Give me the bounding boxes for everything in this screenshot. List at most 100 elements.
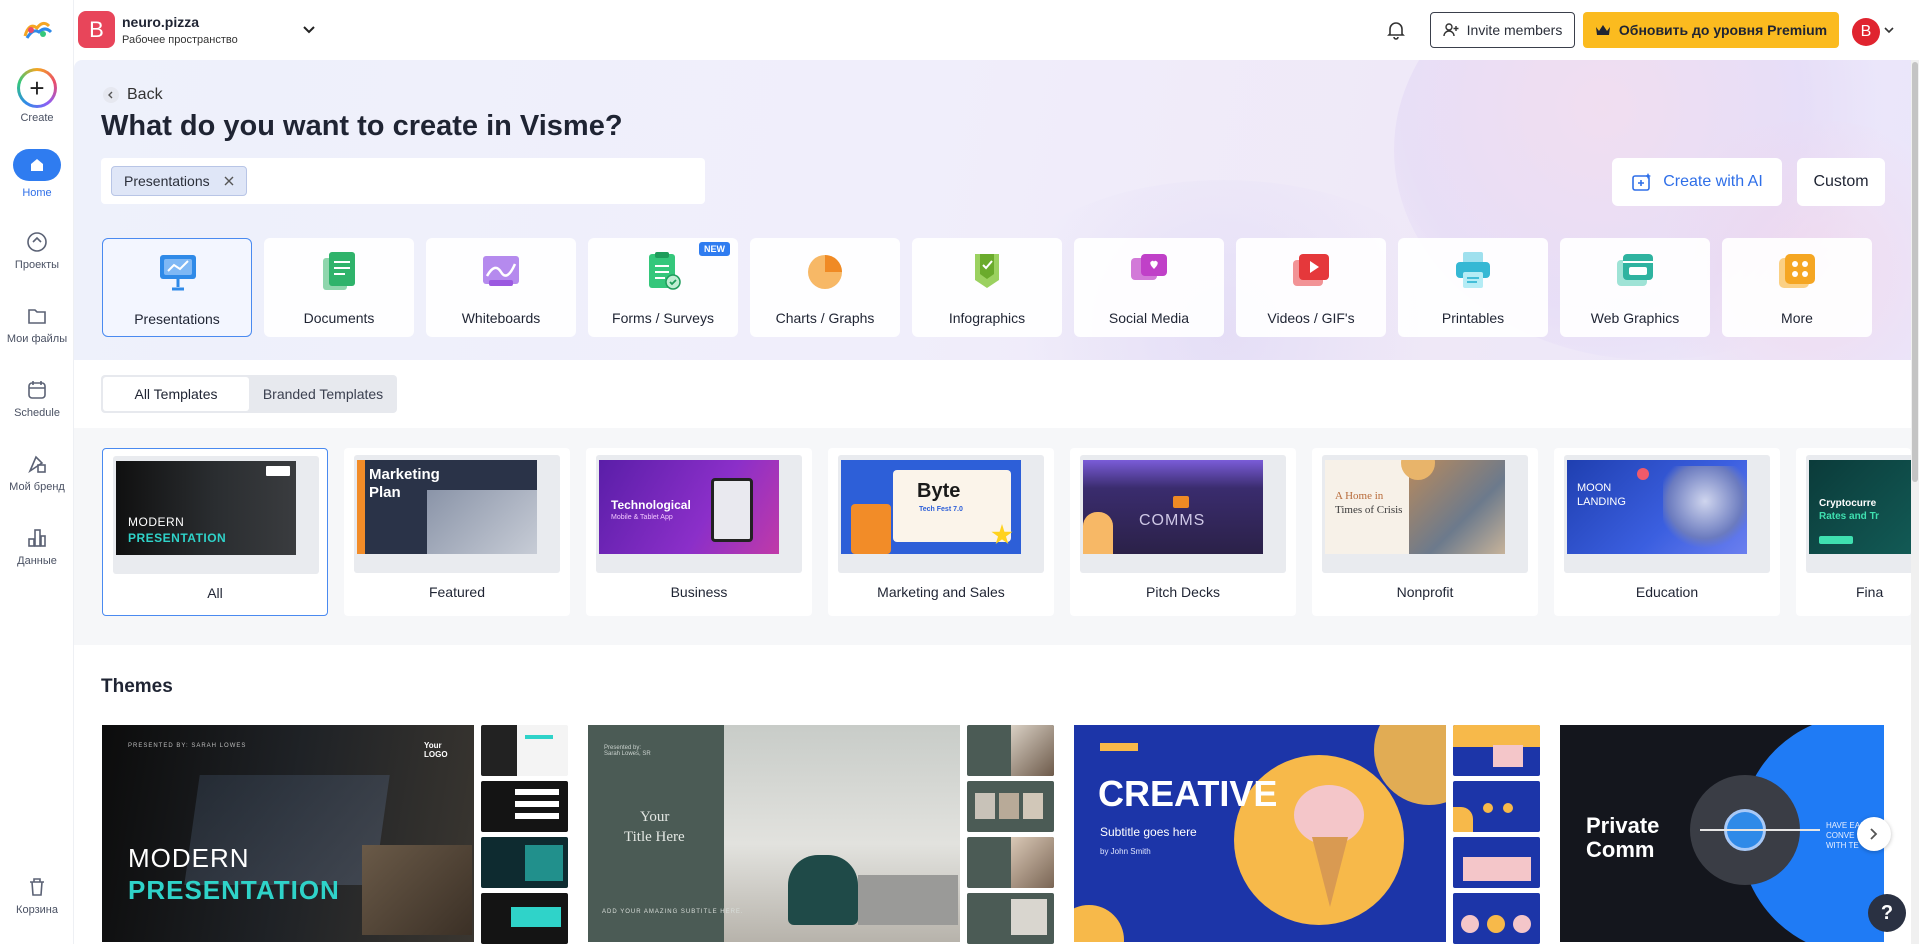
scrollbar-thumb[interactable] (1912, 62, 1918, 482)
create-with-ai-label: Create with AI (1663, 173, 1763, 190)
template-thumbnail: Technological Mobile & Tablet App (599, 460, 779, 554)
category-videos-gifs[interactable]: Videos / GIF's (1236, 238, 1386, 337)
thumb-line2: Mobile & Tablet App (611, 514, 673, 521)
category-infographics[interactable]: Infographics (912, 238, 1062, 337)
template-card-featured[interactable]: Marketing Plan Featured (344, 448, 570, 616)
category-social-media[interactable]: Social Media (1074, 238, 1224, 337)
ai-sparkle-icon (1632, 173, 1652, 191)
category-label: Videos / GIF's (1267, 310, 1355, 326)
template-card-pitch-decks[interactable]: COMMS Pitch Decks (1070, 448, 1296, 616)
rail-create[interactable]: + Create (0, 68, 74, 124)
top-bar: B neuro.pizza Рабочее пространство Invit… (74, 0, 1919, 60)
theme-line1: CREATIVE (1098, 773, 1278, 814)
back-link[interactable]: Back (103, 86, 163, 104)
invite-members-button[interactable]: Invite members (1430, 12, 1575, 48)
category-forms-surveys[interactable]: NEW Forms / Surveys (588, 238, 738, 337)
rail-schedule[interactable]: Schedule (0, 379, 74, 419)
thumb-line1: Cryptocurre (1819, 498, 1877, 509)
tab-all-templates[interactable]: All Templates (103, 377, 249, 411)
template-card-label: Business (670, 584, 728, 600)
custom-size-button[interactable]: Custom (1797, 158, 1885, 206)
thumb-line1: MOON (1577, 482, 1612, 494)
theme-line2: Title Here (624, 829, 685, 845)
theme-line1: MODERN (128, 843, 250, 873)
template-card-marketing-sales[interactable]: Byte Tech Fest 7.0 Marketing and Sales (828, 448, 1054, 616)
plus-icon: + (17, 68, 57, 108)
category-label: Social Media (1108, 310, 1190, 326)
thumb-line1: Byte (917, 480, 961, 502)
web-graphics-icon (1617, 254, 1653, 286)
category-web-graphics[interactable]: Web Graphics (1560, 238, 1710, 337)
upgrade-premium-button[interactable]: Обновить до уровня Premium (1583, 12, 1839, 48)
theme-line2: PRESENTATION (128, 875, 340, 905)
rail-files[interactable]: Мои файлы (0, 305, 74, 345)
trash-icon (30, 878, 44, 896)
filter-chip[interactable]: Presentations (111, 166, 247, 196)
rail-data[interactable]: Данные (0, 527, 74, 567)
template-card-finance[interactable]: Cryptocurre Rates and Tr Fina (1796, 448, 1911, 616)
rail-trash[interactable]: Корзина (0, 876, 74, 916)
category-whiteboards[interactable]: Whiteboards (426, 238, 576, 337)
theme-slide-thumb (1453, 893, 1540, 944)
theme-slide-thumb (967, 781, 1054, 832)
workspace-subtitle: Рабочее пространство (122, 34, 238, 46)
theme-slide-thumb (1453, 837, 1540, 888)
pie-chart-icon (808, 255, 842, 289)
template-thumbnail: A Home in Times of Crisis (1325, 460, 1505, 554)
search-input[interactable]: Presentations (101, 158, 705, 204)
category-more[interactable]: More (1722, 238, 1872, 337)
page-title: What do you want to create in Visme? (101, 110, 623, 142)
theme-preview: CREATIVE Subtitle goes here by John Smit… (1074, 725, 1446, 942)
thumb-line2: Times of Crisis (1335, 504, 1403, 516)
theme-slide-thumb (481, 837, 568, 888)
rail-home-label: Home (22, 187, 52, 199)
rail-brand[interactable]: Мой бренд (0, 453, 74, 493)
close-icon[interactable] (224, 176, 234, 186)
template-card-business[interactable]: Technological Mobile & Tablet App Busine… (586, 448, 812, 616)
home-icon (13, 149, 61, 181)
category-printables[interactable]: Printables (1398, 238, 1548, 337)
bell-icon[interactable] (1387, 20, 1405, 40)
crown-icon (1595, 25, 1610, 35)
theme-caption: ADD YOUR AMAZING SUBTITLE HERE. (602, 909, 744, 915)
theme-slide-thumb (481, 725, 568, 776)
template-card-education[interactable]: MOON LANDING Education (1554, 448, 1780, 616)
theme-caption: by John Smith (1100, 847, 1151, 856)
workspace-avatar[interactable]: B (78, 11, 115, 48)
template-tabs: All Templates Branded Templates (101, 375, 397, 413)
visme-logo-icon[interactable] (21, 18, 53, 42)
rail-home[interactable]: Home (0, 149, 74, 199)
chevron-down-icon[interactable] (302, 22, 316, 36)
category-presentations[interactable]: Presentations (102, 238, 252, 337)
themes-next-button[interactable] (1857, 817, 1891, 851)
tab-branded-templates[interactable]: Branded Templates (251, 377, 395, 411)
template-card-label: Marketing and Sales (877, 584, 1005, 600)
category-label: Charts / Graphs (775, 310, 875, 326)
page-scrollbar[interactable] (1911, 60, 1919, 944)
theme-line2: Subtitle goes here (1100, 825, 1197, 839)
template-card-all[interactable]: MODERN PRESENTATION All (102, 448, 328, 616)
filter-chip-label: Presentations (124, 173, 210, 189)
theme-slide-thumb (481, 893, 568, 944)
category-documents[interactable]: Documents (264, 238, 414, 337)
theme-preview: Private Comm HAVE EASY CONVE WITH TE (1560, 725, 1884, 942)
rail-files-label: Мои файлы (6, 333, 68, 345)
template-card-nonprofit[interactable]: A Home in Times of Crisis Nonprofit (1312, 448, 1538, 616)
theme-slide-thumb (967, 893, 1054, 944)
thumb-line1: COMMS (1139, 512, 1206, 529)
presentation-icon (160, 255, 196, 291)
create-with-ai-button[interactable]: Create with AI (1612, 158, 1782, 206)
category-charts-graphs[interactable]: Charts / Graphs (750, 238, 900, 337)
user-avatar[interactable]: B (1852, 18, 1880, 46)
thumb-line2: Plan (369, 484, 401, 501)
template-card-label: All (207, 585, 223, 601)
template-thumbnail: MODERN PRESENTATION (116, 461, 296, 555)
template-thumbnail: Marketing Plan (357, 460, 537, 554)
add-user-icon (1442, 23, 1459, 37)
category-label: Whiteboards (461, 310, 541, 326)
left-rail: + Create Home Проекты Мои файлы Schedule… (0, 0, 74, 944)
workspace-name[interactable]: neuro.pizza (122, 14, 199, 30)
help-button[interactable]: ? (1868, 894, 1906, 932)
rail-projects[interactable]: Проекты (0, 231, 74, 271)
chevron-down-icon[interactable] (1884, 26, 1894, 34)
